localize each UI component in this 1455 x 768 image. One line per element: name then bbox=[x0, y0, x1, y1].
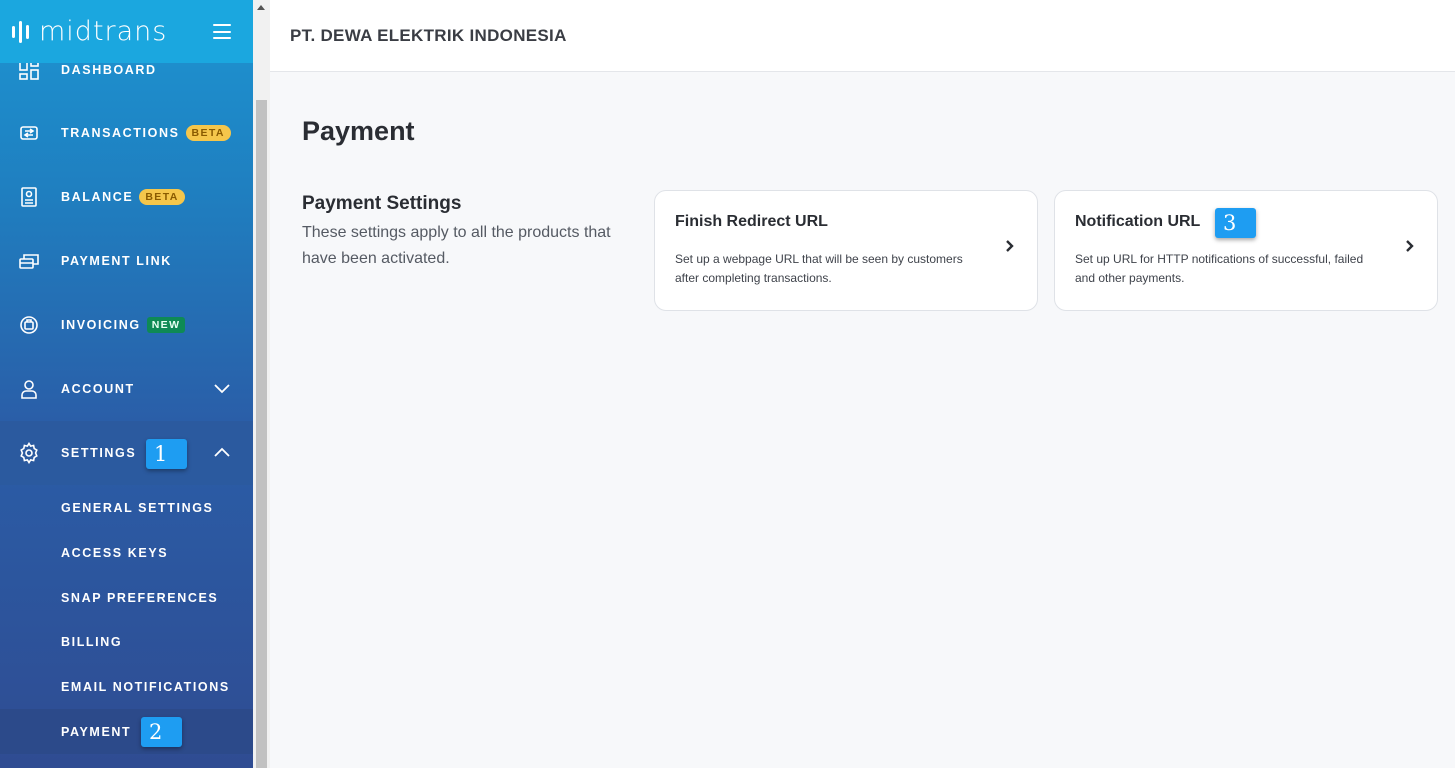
sidebar-item-invoicing[interactable]: INVOICING NEW bbox=[0, 293, 253, 357]
sidebar-item-label: PAYMENT LINK bbox=[61, 254, 172, 268]
sidebar-subitem-email-notifications[interactable]: EMAIL NOTIFICATIONS bbox=[0, 664, 253, 709]
sidebar-subitem-label: PAYMENT bbox=[61, 724, 132, 739]
logo-mark-icon bbox=[12, 20, 29, 43]
beta-badge: BETA bbox=[185, 125, 231, 141]
logo-bar: midtrans bbox=[0, 0, 253, 63]
new-badge: NEW bbox=[146, 317, 186, 333]
step-marker-3: 3 bbox=[1215, 208, 1256, 238]
card-title: Finish Redirect URL bbox=[675, 213, 828, 230]
balance-icon bbox=[18, 186, 40, 208]
section-description: These settings apply to all the products… bbox=[302, 224, 611, 267]
brand-name: midtrans bbox=[39, 16, 168, 47]
scroll-up-icon[interactable] bbox=[257, 5, 265, 10]
finish-redirect-url-card[interactable]: Finish Redirect URL Set up a webpage URL… bbox=[654, 190, 1038, 311]
sidebar-subitem-label: GENERAL SETTINGS bbox=[61, 500, 214, 515]
card-description: Set up URL for HTTP notifications of suc… bbox=[1075, 252, 1364, 285]
sidebar-item-label: INVOICING bbox=[61, 318, 141, 332]
sidebar-subitem-payment[interactable]: PAYMENT bbox=[0, 709, 253, 754]
sidebar-subitem-label: BILLING bbox=[61, 634, 123, 649]
sidebar-item-account[interactable]: ACCOUNT bbox=[0, 357, 253, 421]
sidebar: midtrans DASHBOARD TRANSACTIONS BETA BAL… bbox=[0, 0, 253, 768]
sidebar-item-payment-link[interactable]: PAYMENT LINK bbox=[0, 229, 253, 293]
chevron-right-icon[interactable] bbox=[1003, 239, 1017, 253]
sidebar-subitem-label: ACCESS KEYS bbox=[61, 545, 169, 560]
section-title: Payment Settings bbox=[302, 193, 462, 214]
top-header: PT. DEWA ELEKTRIK INDONESIA bbox=[270, 0, 1455, 72]
card-title: Notification URL bbox=[1075, 213, 1201, 230]
sidebar-subitem-access-keys[interactable]: ACCESS KEYS bbox=[0, 530, 253, 575]
sidebar-item-transactions[interactable]: TRANSACTIONS BETA bbox=[0, 101, 253, 165]
chevron-down-icon[interactable] bbox=[213, 380, 231, 398]
sidebar-item-settings[interactable]: SETTINGS bbox=[0, 421, 253, 485]
sidebar-item-label: DASHBOARD bbox=[61, 63, 157, 77]
sidebar-item-label: TRANSACTIONS bbox=[61, 126, 180, 140]
chevron-right-icon[interactable] bbox=[1403, 239, 1417, 253]
sidebar-subitem-billing[interactable]: BILLING bbox=[0, 619, 253, 664]
scrollbar-thumb[interactable] bbox=[256, 100, 267, 768]
sidebar-item-balance[interactable]: BALANCE BETA bbox=[0, 165, 253, 229]
sidebar-subitem-snap-preferences[interactable]: SNAP PREFERENCES bbox=[0, 575, 253, 620]
menu-toggle-icon[interactable] bbox=[213, 24, 231, 39]
sidebar-subitem-label: SNAP PREFERENCES bbox=[61, 590, 219, 605]
midtrans-logo[interactable]: midtrans bbox=[12, 16, 167, 47]
sidebar-item-label: BALANCE bbox=[61, 190, 134, 204]
payment-link-icon bbox=[18, 250, 40, 272]
card-description: Set up a webpage URL that will be seen b… bbox=[675, 252, 963, 285]
sidebar-subitem-label: EMAIL NOTIFICATIONS bbox=[61, 679, 230, 694]
merchant-name: PT. DEWA ELEKTRIK INDONESIA bbox=[290, 25, 567, 45]
sidebar-item-label: SETTINGS bbox=[61, 446, 137, 460]
page-title: Payment bbox=[302, 116, 415, 146]
beta-badge: BETA bbox=[139, 189, 185, 205]
invoicing-icon bbox=[18, 314, 40, 336]
sidebar-scrollbar[interactable] bbox=[253, 0, 270, 768]
gear-icon bbox=[18, 442, 40, 464]
transactions-icon bbox=[18, 122, 40, 144]
step-marker-1: 1 bbox=[146, 439, 187, 469]
account-icon bbox=[18, 378, 40, 400]
sidebar-item-label: ACCOUNT bbox=[61, 382, 135, 396]
step-marker-2: 2 bbox=[141, 717, 182, 747]
chevron-up-icon[interactable] bbox=[213, 444, 231, 462]
sidebar-subitem-general-settings[interactable]: GENERAL SETTINGS bbox=[0, 485, 253, 530]
